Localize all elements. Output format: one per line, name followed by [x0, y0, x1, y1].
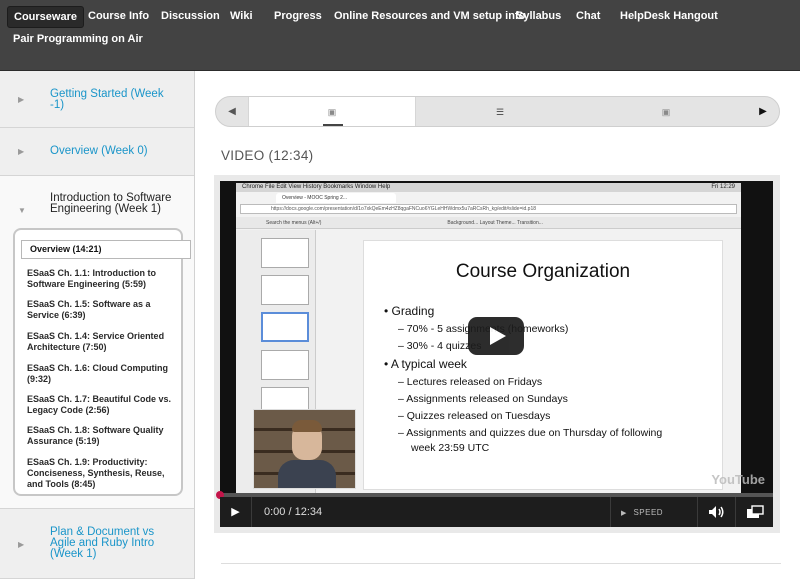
slide-bullet: • Grading: [384, 304, 435, 318]
prev-arrow-icon[interactable]: ◀: [216, 97, 248, 126]
tab-course-info[interactable]: Course Info: [88, 10, 149, 22]
video-icon: ▣: [661, 107, 671, 117]
tab-online-resources[interactable]: Online Resources and VM setup info: [334, 10, 525, 22]
slide-bullet-continued: week 23:59 UTC: [411, 442, 490, 454]
speed-control[interactable]: ▶ SPEED 1.0x: [610, 497, 696, 550]
section-item[interactable]: ESaaS Ch. 1.5: Software as a Service (6:…: [27, 299, 177, 321]
slide-bullet: – Quizzes released on Tuesdays: [398, 410, 551, 422]
presentation-slide: Course Organization • Grading – 70% - 5 …: [363, 240, 723, 490]
chapter-title: Overview (Week 0): [50, 145, 148, 157]
slide-thumbnail: [261, 275, 309, 305]
tab-chat[interactable]: Chat: [576, 10, 600, 22]
section-item[interactable]: ESaaS Ch. 1.1: Introduction to Software …: [27, 268, 177, 290]
tab-wiki[interactable]: Wiki: [230, 10, 253, 22]
course-nav: Courseware Course Info Discussion Wiki P…: [0, 0, 800, 71]
screencast-toolbar-search: Search the menus (Alt+/): [266, 220, 322, 226]
section-item[interactable]: ESaaS Ch. 1.4: Service Oriented Architec…: [27, 331, 177, 353]
screencast-url-bar: https://docs.google.com/presentation/d/1…: [240, 204, 737, 214]
speed-value: 1.0x: [633, 538, 655, 550]
speed-label: SPEED: [633, 508, 664, 517]
video-heading: VIDEO (12:34): [221, 148, 314, 163]
fullscreen-icon[interactable]: [735, 497, 773, 527]
video-frame[interactable]: Chrome File Edit View History Bookmarks …: [220, 181, 773, 493]
list-icon: ☰: [495, 107, 505, 117]
slide-title: Course Organization: [455, 261, 631, 282]
slide-thumbnail: [261, 238, 309, 268]
presenter-body: [278, 460, 336, 488]
chevron-right-icon: ▶: [18, 540, 25, 549]
slide-bullet: • A typical week: [384, 357, 467, 371]
section-list: Overview (14:21) ESaaS Ch. 1.1: Introduc…: [13, 228, 191, 496]
slide-bullet: – Lectures released on Fridays: [398, 376, 543, 388]
section-item[interactable]: ESaaS Ch. 1.7: Beautiful Code vs. Legacy…: [27, 394, 177, 416]
video-icon: ▣: [327, 107, 337, 117]
big-play-icon[interactable]: [468, 317, 524, 355]
section-item[interactable]: ESaaS Ch. 1.6: Cloud Computing (9:32): [27, 363, 177, 385]
chapter-getting-started[interactable]: ▶ Getting Started (Week -1): [0, 71, 194, 128]
screencast-toolbar-items: Background... Layout Theme... Transition…: [447, 220, 543, 226]
chapter-title: Plan & Document vs Agile and Ruby Intro …: [50, 526, 155, 560]
sequence-item-video[interactable]: ▣: [248, 97, 416, 126]
volume-icon[interactable]: [697, 497, 735, 527]
tab-progress[interactable]: Progress: [274, 10, 322, 22]
presenter-hair: [292, 420, 322, 432]
youtube-logo: YouTube: [711, 472, 765, 487]
screencast-toolbar: Search the menus (Alt+/) Background... L…: [236, 217, 741, 229]
sequence-nav: ◀ ▣ ☰ ▣ ▶: [215, 96, 780, 127]
section-item[interactable]: Overview (14:21): [21, 240, 191, 259]
section-item[interactable]: ESaaS Ch. 1.8: Software Quality Assuranc…: [27, 425, 177, 447]
video-controls: ▶ 0:00 / 12:34 ▶ SPEED 1.0x: [220, 497, 773, 550]
next-arrow-icon[interactable]: ▶: [747, 97, 779, 126]
play-icon[interactable]: ▶: [220, 497, 252, 527]
chapter-plan-document-agile[interactable]: ▶ Plan & Document vs Agile and Ruby Intr…: [0, 509, 194, 579]
sequence-item-video[interactable]: ▣: [584, 97, 748, 126]
course-accordion: ▶ Getting Started (Week -1) ▶ Overview (…: [0, 71, 195, 579]
section-item[interactable]: ESaaS Ch. 1.9: Productivity: Conciseness…: [27, 457, 177, 490]
tab-syllabus[interactable]: Syllabus: [516, 10, 561, 22]
chapter-overview[interactable]: ▶ Overview (Week 0): [0, 128, 194, 176]
slide-thumbnail: [261, 312, 309, 342]
slide-thumbnail: [261, 350, 309, 380]
video-player: Chrome File Edit View History Bookmarks …: [214, 175, 780, 550]
tab-discussion[interactable]: Discussion: [161, 10, 220, 22]
slide-bullet: – Assignments and quizzes due on Thursda…: [398, 427, 663, 439]
chevron-down-icon: ▼: [18, 206, 26, 215]
tab-pair-programming[interactable]: Pair Programming on Air: [13, 33, 143, 45]
time-display: 0:00 / 12:34: [264, 506, 323, 518]
screencast-menu-text: Chrome File Edit View History Bookmarks …: [242, 184, 391, 190]
chevron-right-icon: ▶: [18, 95, 25, 104]
sequence-item-problem[interactable]: ☰: [416, 97, 584, 126]
content-divider: [221, 563, 781, 564]
chapter-title: Introduction to Software Engineering (We…: [50, 192, 172, 215]
tab-courseware[interactable]: Courseware: [7, 6, 84, 28]
screencast-tab: Overview - MOOC Spring 2...: [276, 193, 396, 203]
presenter-webcam: [253, 409, 356, 489]
chapter-title: Getting Started (Week -1): [50, 88, 164, 111]
speed-arrow-icon: ▶: [621, 510, 627, 517]
chevron-right-icon: ▶: [18, 147, 25, 156]
active-indicator: [323, 124, 343, 126]
screencast-menu-bar: Chrome File Edit View History Bookmarks …: [236, 183, 741, 192]
tab-helpdesk-hangout[interactable]: HelpDesk Hangout: [620, 10, 718, 22]
slide-bullet: – Assignments released on Sundays: [398, 393, 568, 405]
unit-content: ◀ ▣ ☰ ▣ ▶ VIDEO (12:34) Chrome File Edit…: [196, 71, 800, 579]
screencast-clock: Fri 12:29: [711, 184, 735, 190]
